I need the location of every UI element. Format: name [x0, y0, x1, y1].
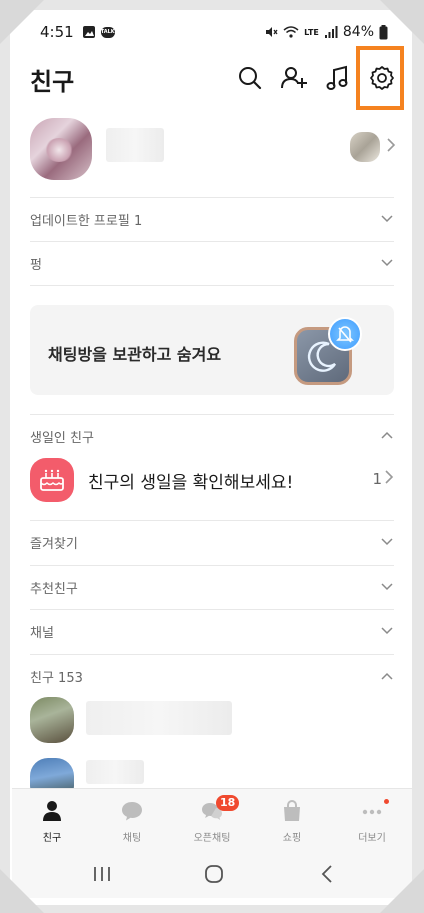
channels-section[interactable]: 채널: [30, 609, 394, 653]
search-icon[interactable]: [236, 64, 264, 92]
signal-icon: [324, 26, 338, 38]
my-profile[interactable]: [12, 112, 412, 196]
tab-label: 더보기: [358, 833, 386, 844]
my-name-blurred: [106, 128, 164, 162]
frame-corner-top-left: [0, 0, 44, 44]
friend-name-blurred: [86, 701, 232, 735]
my-avatar[interactable]: [30, 118, 92, 180]
shopping-bag-icon: [284, 800, 300, 821]
bottom-tab-bar: 친구 채팅 18 오픈채팅 쇼핑 더보기: [12, 788, 412, 852]
tab-more[interactable]: 더보기: [332, 789, 412, 852]
friend-list-item[interactable]: [30, 697, 394, 749]
settings-highlight-box: [356, 46, 404, 110]
birthday-message: 친구의 생일을 확인해보세요!: [88, 473, 294, 493]
chevron-down-icon: [381, 583, 393, 591]
tab-label: 쇼핑: [282, 833, 302, 844]
status-time: 4:51: [40, 23, 74, 41]
chevron-down-icon: [381, 538, 393, 546]
page-title: 친구: [30, 68, 75, 96]
more-dots-icon: [362, 809, 382, 815]
tab-label: 오픈채팅: [193, 833, 231, 844]
friends-count-label: 친구 153: [30, 671, 83, 686]
friend-name-blurred: [86, 760, 144, 784]
favorites-section[interactable]: 즐겨찾기: [30, 520, 394, 564]
frame-edge-right: [412, 0, 424, 913]
chevron-right-icon: [385, 470, 394, 484]
app-header: 친구: [12, 52, 412, 112]
music-icon[interactable]: [324, 64, 352, 92]
person-icon: [43, 801, 61, 821]
tab-chats[interactable]: 채팅: [92, 789, 172, 852]
gallery-icon: [82, 26, 95, 38]
home-icon[interactable]: [202, 862, 226, 886]
divider: [30, 285, 394, 286]
tab-shopping[interactable]: 쇼핑: [252, 789, 332, 852]
birthday-section-label: 생일인 친구: [30, 430, 94, 446]
frame-corner-bottom-right: [380, 869, 424, 913]
chevron-up-icon: [381, 672, 393, 680]
battery-level: 84%: [342, 24, 374, 40]
status-bar: 4:51 TALK LTE 84%: [12, 12, 412, 52]
friend-avatar[interactable]: [30, 697, 74, 743]
tab-open-chat[interactable]: 18 오픈채팅: [172, 789, 252, 852]
chat-bubble-icon: [122, 802, 142, 821]
talk-icon: TALK: [100, 26, 115, 38]
chevron-right-icon[interactable]: [386, 138, 396, 152]
frame-corner-top-right: [380, 0, 424, 44]
bell-off-icon: [328, 317, 362, 351]
frame-edge-left: [0, 0, 10, 913]
new-indicator-dot: [384, 799, 389, 804]
banner-text: 채팅방을 보관하고 숨겨요: [48, 345, 222, 364]
add-friend-icon[interactable]: [280, 64, 308, 92]
birthday-cake-icon: [30, 458, 74, 502]
friends-section-header[interactable]: 친구 153: [30, 654, 394, 698]
updated-profiles-row[interactable]: 업데이트한 프로필 1: [30, 197, 394, 241]
pung-label: 펑: [30, 258, 42, 273]
frame-corner-bottom-left: [0, 869, 44, 913]
recommended-label: 추천친구: [30, 582, 78, 597]
chevron-down-icon: [381, 627, 393, 635]
favorites-label: 즐겨찾기: [30, 537, 78, 552]
pung-row[interactable]: 펑: [30, 241, 394, 285]
recent-apps-icon[interactable]: [90, 862, 114, 886]
birthday-friends-row[interactable]: 친구의 생일을 확인해보세요! 1: [30, 454, 394, 506]
network-type: LTE: [304, 27, 319, 37]
chevron-down-icon: [381, 259, 393, 267]
chevron-down-icon: [381, 215, 393, 223]
birthday-section-header[interactable]: 생일인 친구: [30, 414, 394, 458]
open-chat-badge: 18: [216, 795, 240, 811]
profile-music-thumbnail[interactable]: [350, 132, 380, 162]
tab-label: 채팅: [122, 833, 142, 844]
mute-icon: [266, 27, 278, 37]
birthday-count: 1: [372, 470, 382, 488]
frame-edge-bottom: [0, 905, 424, 913]
channels-label: 채널: [30, 626, 54, 641]
system-navigation-bar: [12, 852, 412, 898]
back-icon[interactable]: [316, 862, 340, 886]
chevron-up-icon: [381, 431, 393, 439]
wifi-icon: [283, 26, 299, 38]
frame-edge-top: [0, 0, 424, 10]
tab-label: 친구: [42, 833, 62, 844]
archive-chat-banner[interactable]: 채팅방을 보관하고 숨겨요: [30, 305, 394, 395]
updated-profiles-label: 업데이트한 프로필 1: [30, 214, 143, 229]
tab-friends[interactable]: 친구: [12, 789, 92, 852]
recommended-friends-section[interactable]: 추천친구: [30, 565, 394, 609]
